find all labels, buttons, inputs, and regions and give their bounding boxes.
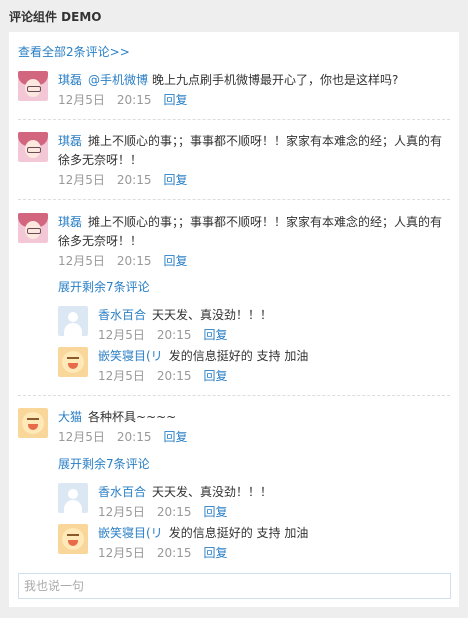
avatar[interactable] bbox=[58, 306, 88, 336]
reply-link[interactable]: 回复 bbox=[204, 328, 228, 342]
comment-text: 摊上不顺心的事；；事事都不顺呀！！家家有本难念的经；人真的有徐多无奈呀！！ bbox=[58, 215, 443, 248]
comment-user[interactable]: 大猫 bbox=[58, 410, 82, 424]
divider bbox=[18, 395, 450, 396]
reply-date: 12月5日 bbox=[98, 546, 145, 560]
reply-user[interactable]: 嵌笑寝目(リ bbox=[98, 526, 163, 540]
comment-text: 各种杯具~~~~ bbox=[88, 410, 177, 424]
comment-text: 晚上九点刷手机微博最开心了，你也是这样吗? bbox=[152, 73, 399, 87]
reply-time: 20:15 bbox=[156, 546, 192, 560]
avatar[interactable] bbox=[58, 524, 88, 554]
reply-text: 天天发、真没劲！！！ bbox=[152, 485, 273, 499]
reply-link[interactable]: 回复 bbox=[204, 505, 228, 519]
avatar[interactable] bbox=[58, 483, 88, 513]
comment-panel: 查看全部2条评论>> 琪磊 @手机微博 晚上九点刷手机微博最开心了，你也是这样吗? … bbox=[9, 32, 459, 607]
reply-link[interactable]: 回复 bbox=[164, 93, 188, 107]
reply-date: 12月5日 bbox=[98, 328, 145, 342]
comment-date: 12月5日 bbox=[58, 93, 105, 107]
reply-date: 12月5日 bbox=[98, 505, 145, 519]
reply-link[interactable]: 回复 bbox=[164, 430, 188, 444]
comment-text: 摊上不顺心的事；；事事都不顺呀！！家家有本难念的经；人真的有徐多无奈呀！！ bbox=[58, 134, 443, 167]
reply-meta: 12月5日 20:15 回复 bbox=[98, 326, 398, 344]
comment-user[interactable]: 琪磊 bbox=[58, 215, 82, 229]
reply-link[interactable]: 回复 bbox=[204, 369, 228, 383]
avatar[interactable] bbox=[18, 213, 48, 243]
reply-text: 发的信息挺好的 支持 加油 bbox=[168, 349, 309, 363]
divider bbox=[18, 199, 450, 200]
expand-replies-link[interactable]: 展开剩余7条评论 bbox=[58, 278, 150, 295]
divider bbox=[18, 119, 450, 120]
mention-link[interactable]: @手机微博 bbox=[88, 73, 148, 87]
comment-input[interactable]: 我也说一句 bbox=[18, 573, 451, 599]
comment-meta: 12月5日 20:15 回复 bbox=[58, 428, 450, 446]
reply-time: 20:15 bbox=[156, 328, 192, 342]
comment-date: 12月5日 bbox=[58, 254, 105, 268]
comment-meta: 12月5日 20:15 回复 bbox=[58, 171, 450, 189]
reply-user[interactable]: 嵌笑寝目(リ bbox=[98, 349, 163, 363]
avatar[interactable] bbox=[18, 408, 48, 438]
comment-date: 12月5日 bbox=[58, 430, 105, 444]
comment-date: 12月5日 bbox=[58, 173, 105, 187]
comment-time: 20:15 bbox=[116, 430, 152, 444]
avatar[interactable] bbox=[18, 71, 48, 101]
comment-time: 20:15 bbox=[116, 93, 152, 107]
comment-user[interactable]: 琪磊 bbox=[58, 73, 82, 87]
reply-link[interactable]: 回复 bbox=[204, 546, 228, 560]
reply-meta: 12月5日 20:15 回复 bbox=[98, 544, 398, 562]
reply-user[interactable]: 香水百合 bbox=[98, 485, 146, 499]
reply-text: 发的信息挺好的 支持 加油 bbox=[168, 526, 309, 540]
page-title: 评论组件 DEMO bbox=[9, 10, 102, 24]
avatar[interactable] bbox=[58, 347, 88, 377]
avatar[interactable] bbox=[18, 132, 48, 162]
reply-date: 12月5日 bbox=[98, 369, 145, 383]
expand-replies-link[interactable]: 展开剩余7条评论 bbox=[58, 455, 150, 472]
comment-user[interactable]: 琪磊 bbox=[58, 134, 82, 148]
comment-time: 20:15 bbox=[116, 173, 152, 187]
comment-meta: 12月5日 20:15 回复 bbox=[58, 91, 450, 109]
reply-user[interactable]: 香水百合 bbox=[98, 308, 146, 322]
view-all-comments-link[interactable]: 查看全部2条评论>> bbox=[18, 43, 130, 60]
reply-time: 20:15 bbox=[156, 369, 192, 383]
reply-text: 天天发、真没劲！！！ bbox=[152, 308, 273, 322]
comment-meta: 12月5日 20:15 回复 bbox=[58, 252, 450, 270]
reply-link[interactable]: 回复 bbox=[164, 173, 188, 187]
reply-meta: 12月5日 20:15 回复 bbox=[98, 367, 398, 385]
reply-link[interactable]: 回复 bbox=[164, 254, 188, 268]
comment-time: 20:15 bbox=[116, 254, 152, 268]
reply-meta: 12月5日 20:15 回复 bbox=[98, 503, 398, 521]
reply-time: 20:15 bbox=[156, 505, 192, 519]
